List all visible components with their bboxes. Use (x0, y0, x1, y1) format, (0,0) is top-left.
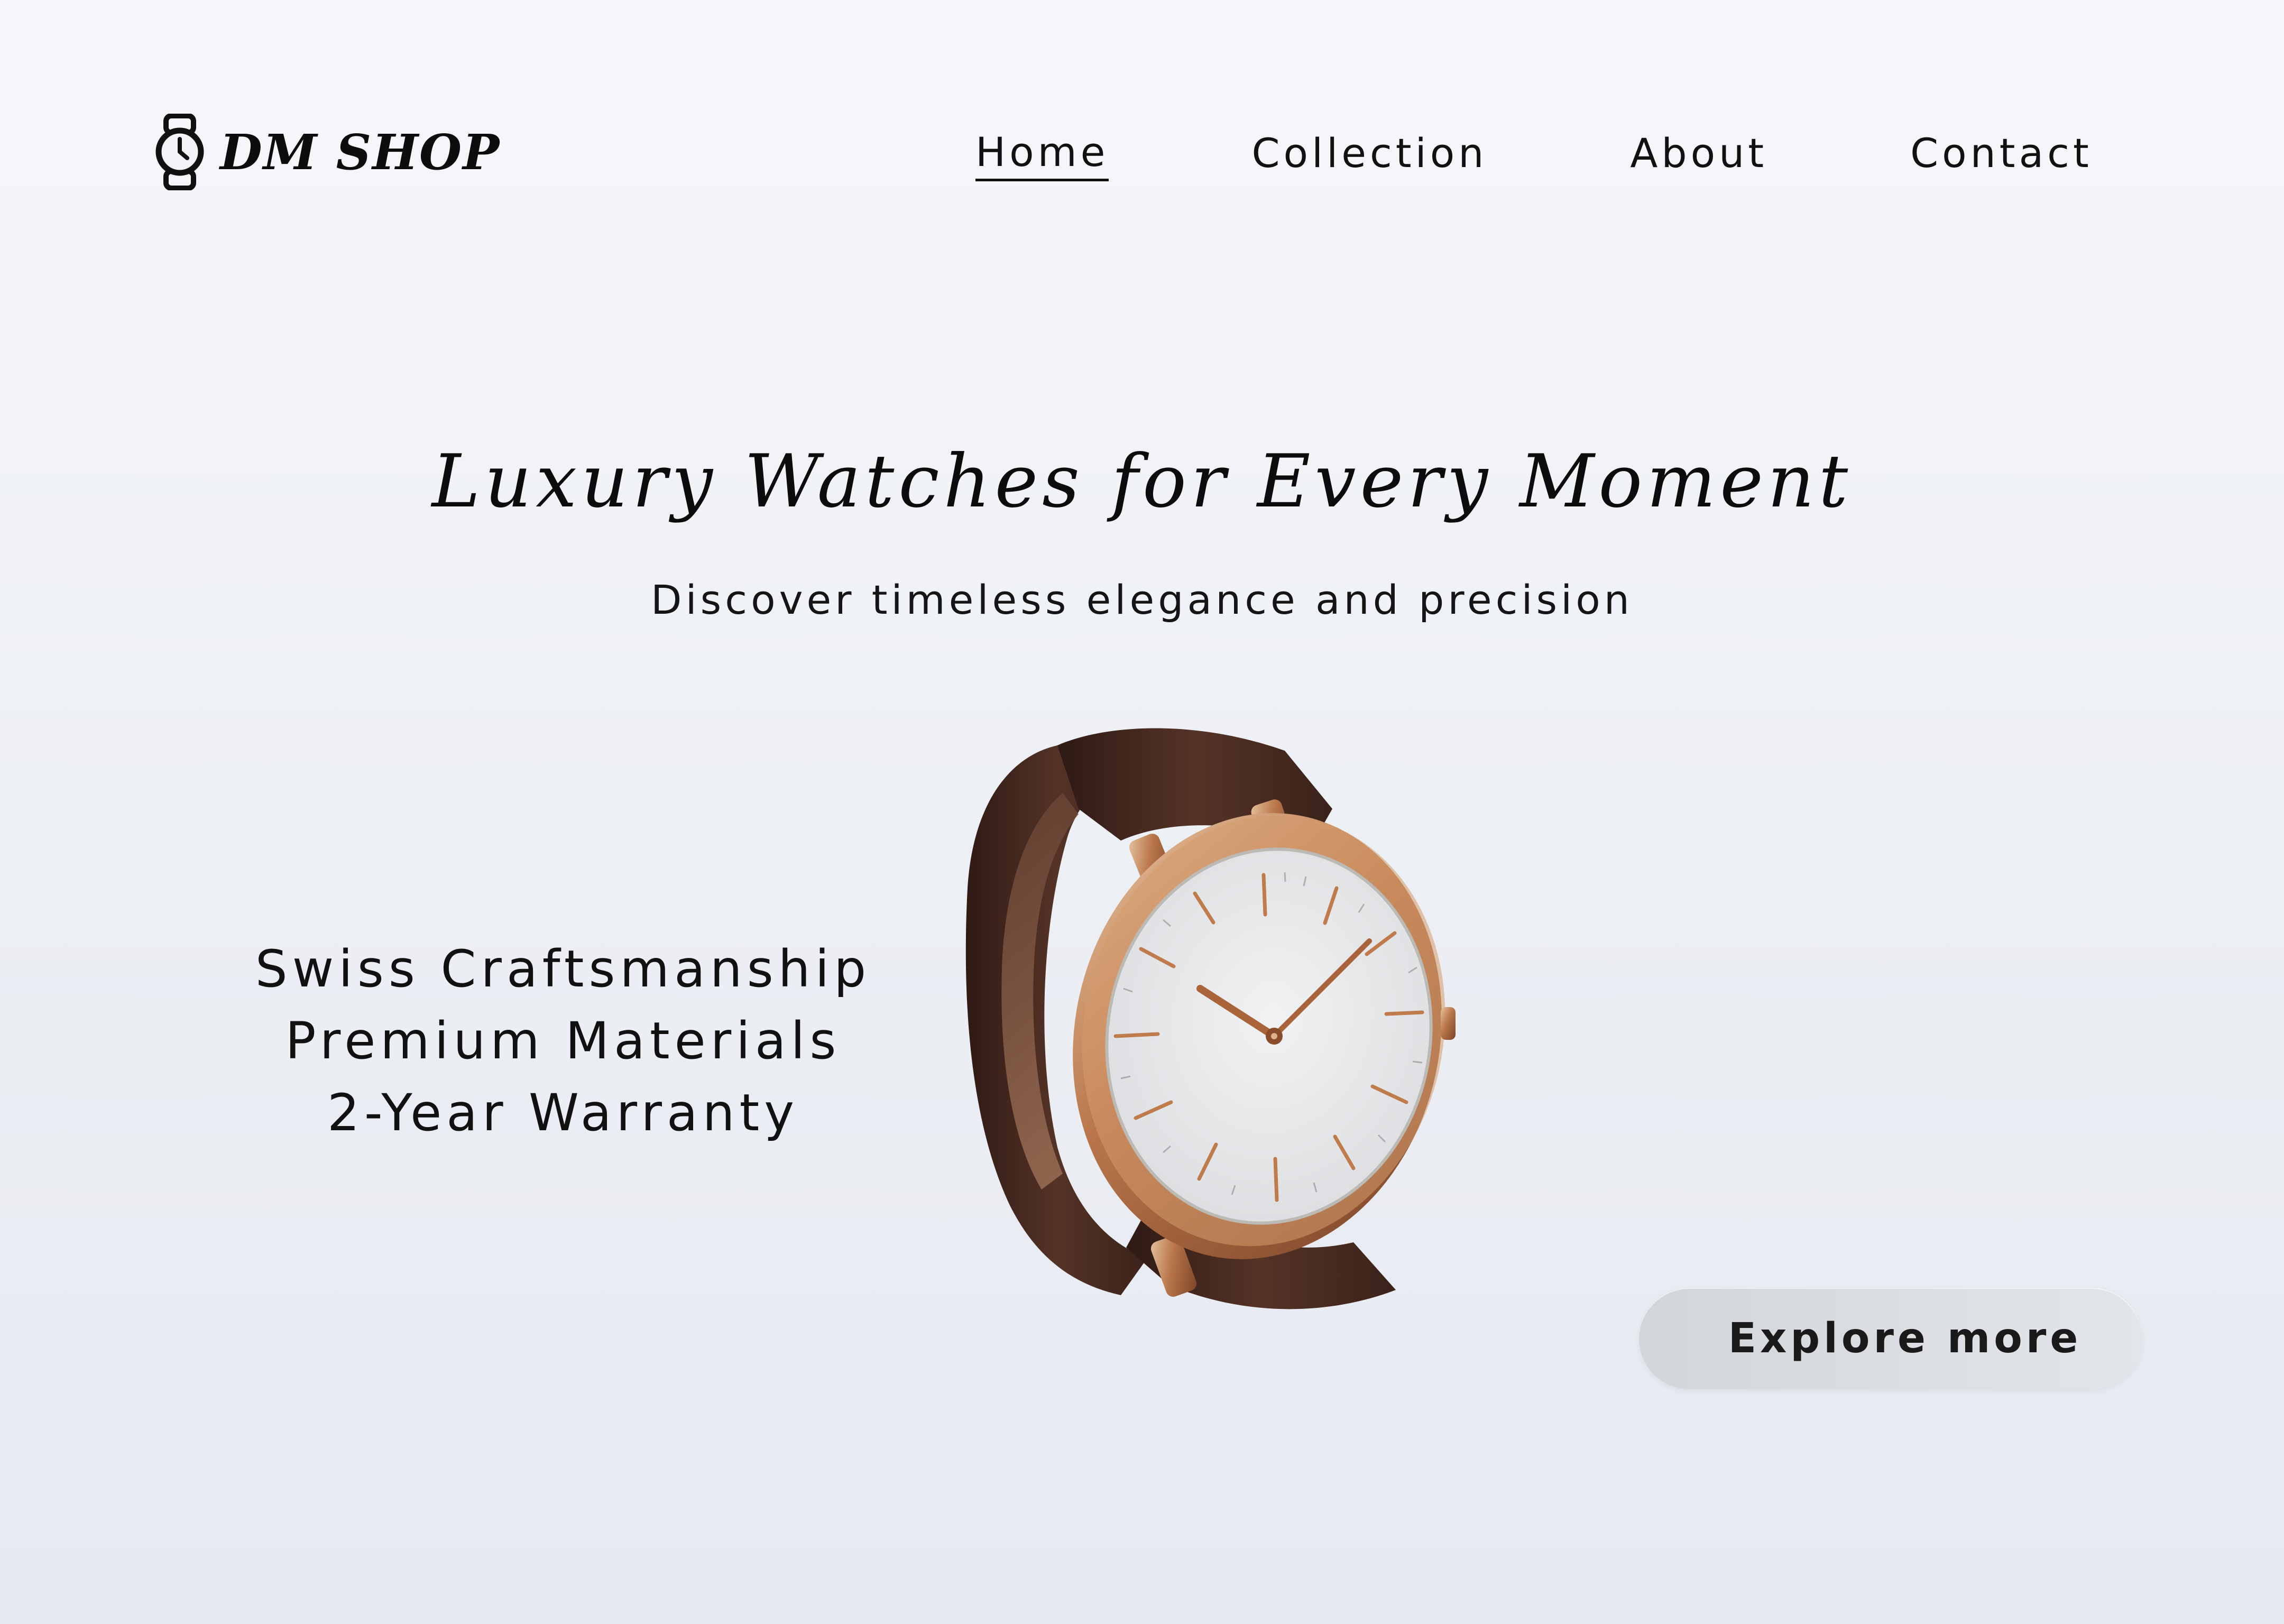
brand-name: DM SHOP (220, 123, 501, 181)
feature-list: Swiss Craftsmanship Premium Materials 2-… (159, 933, 968, 1149)
nav-about[interactable]: About (1630, 130, 1767, 180)
nav-contact[interactable]: Contact (1910, 130, 2093, 180)
brand-logo[interactable]: DM SHOP (154, 114, 500, 190)
wristwatch-icon (155, 114, 204, 190)
explore-more-button[interactable]: Explore more (1639, 1288, 2142, 1389)
landing-page: DM SHOP Home Collection About Contact Lu… (0, 0, 2284, 1624)
nav-collection[interactable]: Collection (1251, 130, 1487, 180)
nav-home[interactable]: Home (975, 128, 1109, 181)
hero-title: Luxury Watches for Every Moment (431, 439, 1853, 524)
main-navigation: Home Collection About Contact (975, 127, 2093, 182)
feature-item: Premium Materials (285, 1011, 841, 1071)
feature-item: 2-Year Warranty (327, 1083, 799, 1142)
wristwatch-product-image (965, 728, 1456, 1309)
hero-subtitle: Discover timeless elegance and precision (651, 576, 1633, 623)
feature-item: Swiss Craftsmanship (255, 939, 871, 999)
